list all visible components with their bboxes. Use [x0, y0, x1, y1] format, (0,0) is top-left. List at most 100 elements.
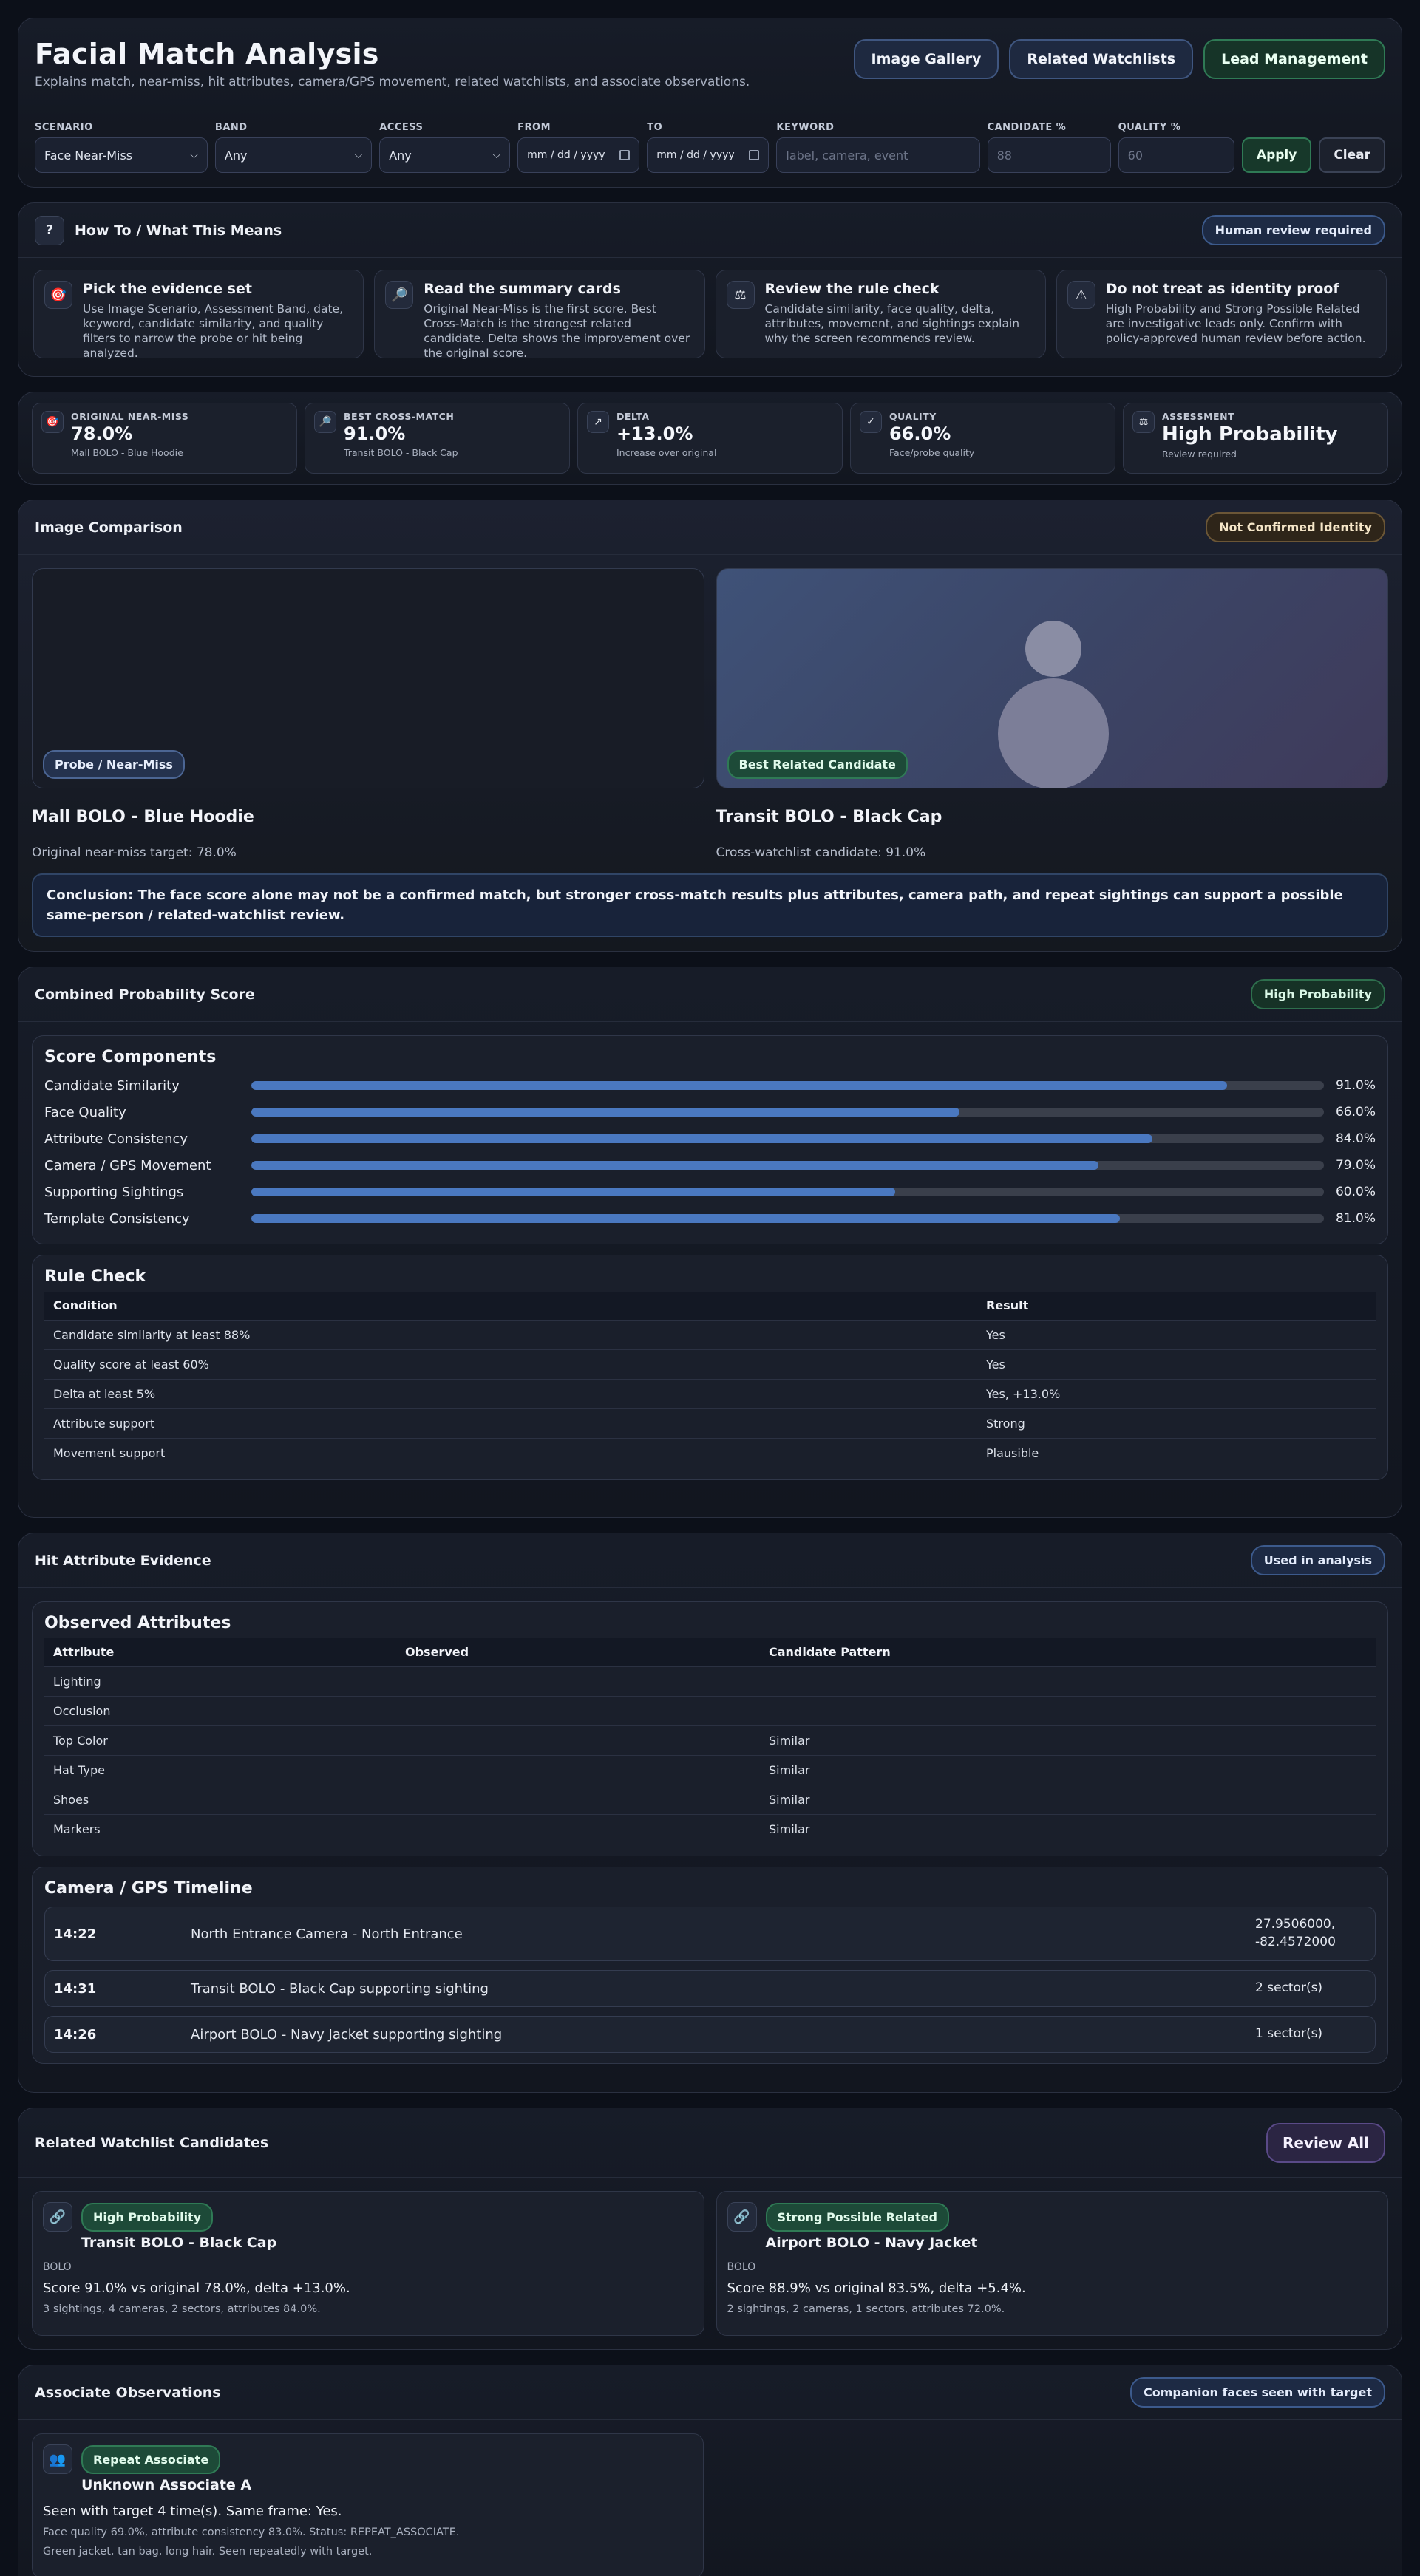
- scenario-value: Face Near-Miss: [44, 148, 133, 163]
- candidate-card[interactable]: 🔗 Strong Possible Related Airport BOLO - …: [716, 2191, 1388, 2336]
- rule-result: Plausible: [977, 1437, 1376, 1468]
- candidate-card[interactable]: 🔗 High Probability Transit BOLO - Black C…: [32, 2191, 704, 2336]
- chevron-down-icon: ⌵: [354, 149, 363, 161]
- metric-value: +13.0%: [616, 423, 693, 444]
- lead-management-button[interactable]: Lead Management: [1203, 39, 1385, 79]
- timeline-row[interactable]: 14:31 Transit BOLO - Black Cap supportin…: [44, 1970, 1376, 2007]
- metric-label: BEST CROSS-MATCH: [344, 411, 455, 422]
- conclusion-box: Conclusion: The face score alone may not…: [32, 873, 1388, 937]
- timeline-time: 14:22: [54, 1926, 97, 1942]
- band-select[interactable]: Any ⌵: [214, 137, 373, 173]
- timeline-card: Camera / GPS Timeline 14:22 North Entran…: [32, 1867, 1388, 2064]
- calendar-icon[interactable]: [619, 150, 631, 160]
- keyword-input[interactable]: label, camera, event: [776, 137, 980, 173]
- attr-name: Markers: [44, 1813, 396, 1844]
- companion-faces-badge: Companion faces seen with target: [1129, 2377, 1385, 2408]
- rule-result: Yes: [977, 1349, 1376, 1379]
- rule-condition: Attribute support: [44, 1408, 977, 1438]
- attr-name: Top Color: [44, 1725, 396, 1755]
- person-silhouette-head: [1025, 621, 1081, 677]
- candidate-badge: Strong Possible Related: [765, 2202, 949, 2232]
- review-all-button[interactable]: Review All: [1266, 2122, 1385, 2163]
- band-value: Any: [224, 148, 248, 163]
- table-row: Markers Similar: [44, 1813, 1376, 1844]
- timeline-row[interactable]: 14:26 Airport BOLO - Navy Jacket support…: [44, 2016, 1376, 2053]
- metric-label: ASSESSMENT: [1162, 411, 1235, 422]
- used-in-analysis-badge: Used in analysis: [1250, 1545, 1385, 1575]
- score-label: Template Consistency: [44, 1210, 190, 1227]
- rule-check-title: Rule Check: [44, 1267, 146, 1286]
- attr-observed: [396, 1784, 760, 1814]
- access-select[interactable]: Any ⌵: [379, 137, 511, 173]
- howto-header: ? How To / What This Means Human review r…: [18, 203, 1402, 258]
- associate-badge: Repeat Associate: [81, 2444, 221, 2474]
- table-row: Occlusion: [44, 1695, 1376, 1725]
- howto-steps: 🎯 Pick the evidence set Use Image Scenari…: [18, 258, 1402, 361]
- trend-up-icon: ↗: [587, 411, 609, 433]
- score-row: Supporting Sightings 60.0%: [44, 1179, 1376, 1205]
- from-label: FROM: [517, 122, 551, 133]
- table-row: Attribute support Strong: [44, 1408, 1376, 1438]
- scenario-select[interactable]: Face Near-Miss ⌵: [35, 137, 208, 173]
- score-row: Face Quality 66.0%: [44, 1099, 1376, 1125]
- candidate-image[interactable]: Best Related Candidate: [716, 568, 1388, 788]
- score-bar-fill: [251, 1081, 1228, 1090]
- rule-result: Yes: [977, 1319, 1376, 1349]
- chevron-down-icon: ⌵: [190, 149, 198, 161]
- person-silhouette-body: [997, 678, 1109, 788]
- high-probability-badge: High Probability: [1250, 979, 1385, 1009]
- metric-sub: Increase over original: [616, 447, 717, 458]
- to-date-input[interactable]: mm / dd / yyyy: [647, 137, 770, 173]
- attr-header-observed: Observed: [396, 1638, 760, 1666]
- link-icon: 🔗: [727, 2202, 757, 2232]
- table-row: Candidate similarity at least 88% Yes: [44, 1319, 1376, 1349]
- metric-quality: ✓ QUALITY 66.0% Face/probe quality: [850, 403, 1115, 474]
- associate-card[interactable]: 👥 Repeat Associate Unknown Associate A Se…: [32, 2433, 704, 2576]
- combined-header: Combined Probability Score High Probabil…: [18, 967, 1402, 1022]
- related-watchlists-button[interactable]: Related Watchlists: [1009, 39, 1194, 79]
- quality-label: QUALITY %: [1118, 122, 1181, 133]
- to-label: TO: [647, 122, 663, 133]
- score-value: 91.0%: [1335, 1078, 1376, 1093]
- score-value: 84.0%: [1335, 1131, 1376, 1146]
- candidate-type: BOLO: [727, 2261, 756, 2273]
- candidate-badge: High Probability: [81, 2202, 214, 2232]
- calendar-icon[interactable]: [749, 150, 760, 160]
- score-bar-track: [251, 1188, 1324, 1196]
- associate-header: Associate Observations Companion faces s…: [18, 2365, 1402, 2420]
- step-text: High Probability and Strong Possible Rel…: [1105, 302, 1366, 346]
- metrics-panel: 🎯 ORIGINAL NEAR-MISS 78.0% Mall BOLO - Blu…: [18, 392, 1402, 485]
- metric-sub: Transit BOLO - Black Cap: [344, 447, 458, 458]
- band-label: BAND: [214, 122, 248, 133]
- clear-button[interactable]: Clear: [1319, 137, 1386, 173]
- timeline-sectors: 2 sector(s): [1255, 1980, 1323, 1996]
- to-date-value: mm / dd / yyyy: [656, 149, 735, 161]
- attr-pattern: [760, 1666, 1376, 1696]
- from-date-input[interactable]: mm / dd / yyyy: [517, 137, 640, 173]
- candidate-percent-input[interactable]: 88: [987, 137, 1111, 173]
- score-bar-fill: [251, 1161, 1099, 1170]
- timeline-desc: Transit BOLO - Black Cap supporting sigh…: [191, 1980, 489, 1997]
- candidate-type: BOLO: [43, 2261, 72, 2273]
- step-text: Original Near-Miss is the first score. B…: [424, 302, 690, 361]
- score-value: 66.0%: [1335, 1105, 1376, 1120]
- probe-image[interactable]: Probe / Near-Miss: [32, 568, 704, 788]
- image-gallery-button[interactable]: Image Gallery: [853, 39, 999, 79]
- candidate-footer: 2 sightings, 2 cameras, 1 sectors, attri…: [727, 2303, 1005, 2315]
- howto-title: How To / What This Means: [75, 222, 282, 239]
- quality-percent-input[interactable]: 60: [1118, 137, 1234, 173]
- metric-sub: Review required: [1162, 449, 1237, 460]
- keyword-label: KEYWORD: [776, 122, 835, 133]
- apply-button[interactable]: Apply: [1241, 137, 1312, 173]
- score-row: Camera / GPS Movement 79.0%: [44, 1152, 1376, 1179]
- attr-name: Hat Type: [44, 1754, 396, 1785]
- timeline-time: 14:26: [54, 2026, 97, 2042]
- metric-value: 66.0%: [889, 423, 951, 444]
- rule-condition: Movement support: [44, 1437, 977, 1468]
- metric-original-near-miss: 🎯 ORIGINAL NEAR-MISS 78.0% Mall BOLO - Blu…: [32, 403, 297, 474]
- table-row: Movement support Plausible: [44, 1437, 1376, 1468]
- combined-title: Combined Probability Score: [35, 986, 255, 1003]
- warning-icon: ⚠: [1067, 281, 1095, 309]
- timeline-row[interactable]: 14:22 North Entrance Camera - North Entr…: [44, 1907, 1376, 1961]
- timeline-location: 27.9506000, -82.4572000: [1255, 1916, 1366, 1952]
